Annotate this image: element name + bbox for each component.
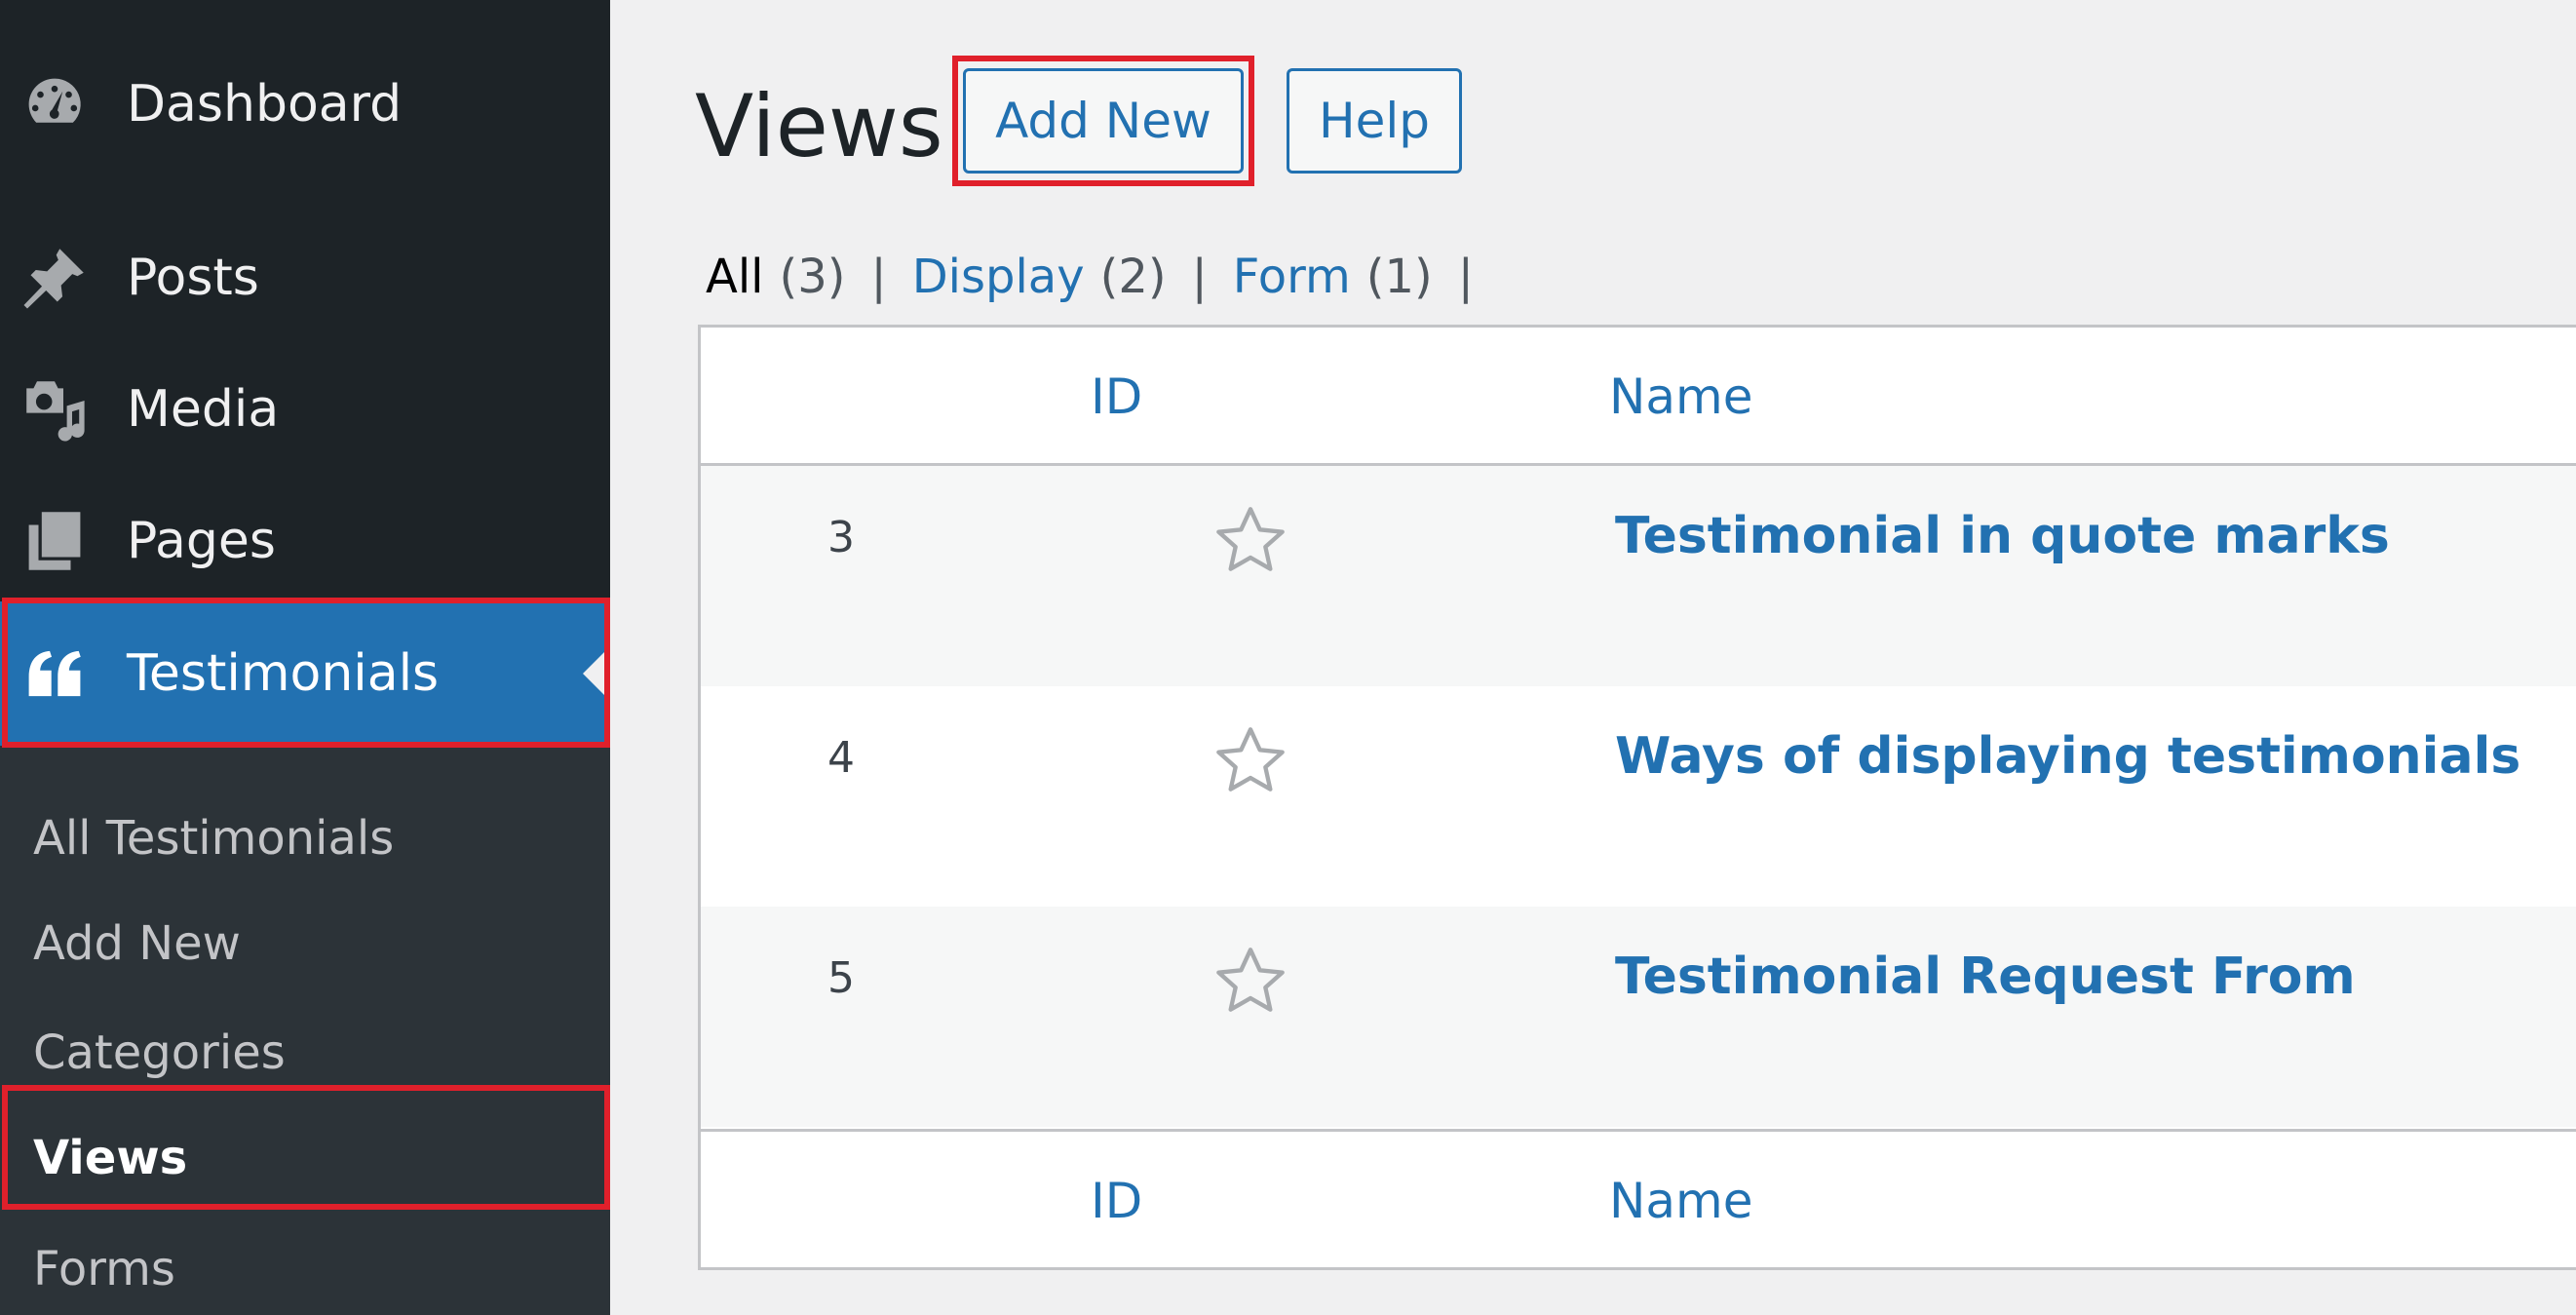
submenu-item-views[interactable]: Views — [0, 1104, 610, 1212]
filter-form-count: (1) — [1365, 250, 1433, 304]
admin-sidebar: Dashboard Posts Media Pages Testimonials… — [0, 0, 610, 1315]
column-footer-id[interactable]: ID — [1091, 1132, 1142, 1270]
sidebar-item-dashboard[interactable]: Dashboard — [0, 51, 610, 158]
filter-separator: | — [1457, 250, 1474, 304]
sidebar-item-pages[interactable]: Pages — [0, 487, 610, 595]
star-icon[interactable] — [1211, 501, 1289, 579]
filter-display-count: (2) — [1099, 250, 1167, 304]
column-footer-name[interactable]: Name — [1609, 1132, 1753, 1270]
sidebar-item-posts[interactable]: Posts — [0, 224, 610, 331]
row-name-link[interactable]: Testimonial Request From — [1615, 948, 2356, 1006]
views-table: ID Name 3 Testimonial in quote marks 4 W… — [698, 325, 2576, 1270]
filter-display[interactable]: Display — [912, 250, 1085, 304]
filter-all[interactable]: All — [706, 250, 764, 304]
table-row: 5 Testimonial Request From — [701, 907, 2576, 1127]
filter-separator: | — [870, 250, 887, 304]
row-id: 3 — [827, 513, 855, 562]
filter-separator: | — [1191, 250, 1208, 304]
star-icon[interactable] — [1211, 942, 1289, 1020]
submenu-item-categories[interactable]: Categories — [0, 999, 610, 1106]
row-id: 5 — [827, 953, 855, 1003]
row-id: 4 — [827, 733, 855, 783]
dashboard-gauge-icon — [19, 69, 90, 139]
table-row: 3 Testimonial in quote marks — [701, 466, 2576, 686]
table-header: ID Name — [701, 328, 2576, 466]
add-new-button[interactable]: Add New — [963, 68, 1244, 174]
page-title: Views — [695, 76, 943, 176]
submenu-item-forms[interactable]: Forms — [0, 1216, 610, 1315]
table-row: 4 Ways of displaying testimonials — [701, 686, 2576, 907]
sidebar-item-media[interactable]: Media — [0, 356, 610, 463]
star-icon[interactable] — [1211, 721, 1289, 799]
filter-form[interactable]: Form — [1233, 250, 1351, 304]
sidebar-item-label: Testimonials — [127, 644, 440, 703]
sidebar-item-label: Posts — [127, 249, 259, 307]
sidebar-item-label: Dashboard — [127, 75, 403, 134]
sidebar-item-label: Media — [127, 380, 280, 439]
pushpin-icon — [19, 243, 90, 313]
column-header-name[interactable]: Name — [1609, 328, 1753, 466]
row-name-link[interactable]: Testimonial in quote marks — [1615, 507, 2390, 565]
sidebar-item-testimonials[interactable]: Testimonials — [0, 601, 610, 746]
pages-icon — [19, 506, 90, 576]
submenu-item-add-new[interactable]: Add New — [0, 890, 610, 997]
quote-icon — [19, 638, 90, 709]
camera-music-icon — [19, 374, 90, 445]
current-menu-arrow — [583, 650, 606, 697]
submenu-item-all-testimonials[interactable]: All Testimonials — [0, 785, 610, 892]
filter-all-count: (3) — [779, 250, 846, 304]
testimonials-submenu: All Testimonials Add New Categories View… — [0, 746, 610, 1315]
table-footer: ID Name — [701, 1129, 2576, 1267]
column-header-id[interactable]: ID — [1091, 328, 1142, 466]
help-button[interactable]: Help — [1287, 68, 1462, 174]
row-name-link[interactable]: Ways of displaying testimonials — [1615, 727, 2520, 786]
sidebar-item-label: Pages — [127, 512, 276, 570]
view-filters: All (3) | Display (2) | Form (1) | — [706, 250, 1499, 304]
